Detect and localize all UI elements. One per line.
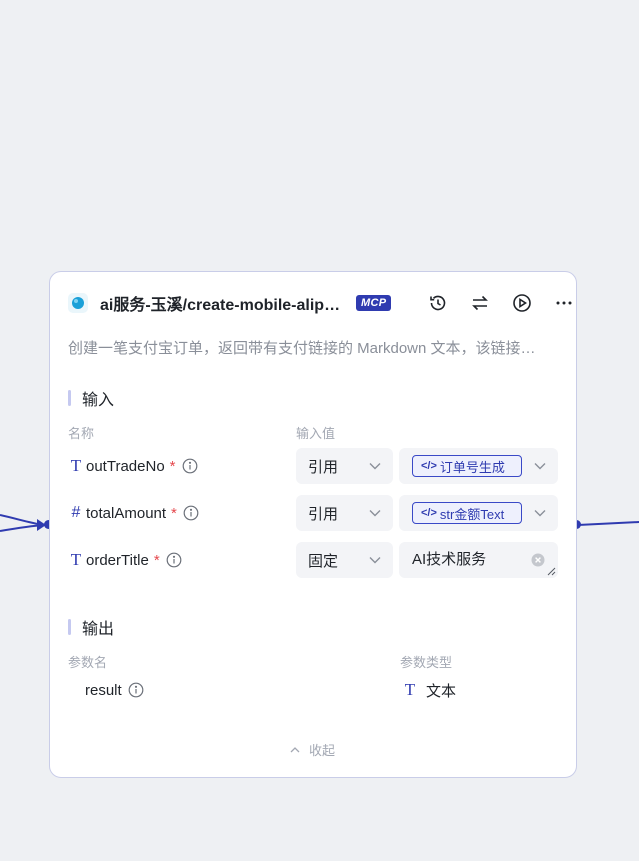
- param-name: orderTitle: [86, 551, 149, 569]
- text-type-icon: T: [404, 680, 416, 699]
- chevron-down-icon: [534, 463, 546, 470]
- output-name-column-header: 参数名: [68, 655, 108, 670]
- output-param-name: result: [85, 681, 122, 699]
- output-param-type: T 文本: [402, 679, 456, 701]
- param-name: outTradeNo: [86, 457, 165, 475]
- node-title: ai服务-玉溪/create-mobile-alipay-payment: [100, 297, 342, 314]
- reference-select[interactable]: </> 订单号生成: [399, 448, 558, 484]
- reference-label: str金额Text: [439, 506, 505, 522]
- info-icon[interactable]: [182, 458, 198, 474]
- mcp-badge: MCP: [356, 295, 392, 311]
- input-value-column-header: 输入值: [296, 426, 336, 441]
- output-type-column-header: 参数类型: [400, 655, 453, 670]
- required-mark: *: [171, 504, 177, 522]
- clear-icon[interactable]: [531, 553, 545, 567]
- resize-handle-icon[interactable]: [547, 567, 556, 576]
- reference-tag[interactable]: </> str金额Text: [412, 502, 522, 524]
- chevron-down-icon: [369, 557, 381, 564]
- collapse-label: 收起: [309, 743, 336, 758]
- chevron-down-icon: [369, 510, 381, 517]
- input-section-label: 输入: [82, 392, 115, 409]
- input-param-row: T orderTitle * 固定 AI技术服务: [68, 542, 558, 578]
- output-param-row: result: [85, 679, 144, 701]
- text-type-icon: T: [70, 456, 82, 475]
- section-marker: [68, 390, 71, 406]
- chevron-up-icon: [290, 746, 300, 752]
- fixed-value-text: AI技术服务: [412, 551, 487, 568]
- required-mark: *: [153, 551, 160, 569]
- value-mode-label: 固定: [308, 552, 339, 570]
- swap-icon[interactable]: [467, 290, 493, 316]
- value-mode-select[interactable]: 引用: [296, 495, 393, 531]
- value-mode-select[interactable]: 固定: [296, 542, 393, 578]
- number-type-icon: #: [71, 504, 81, 521]
- code-icon: </>: [421, 460, 437, 472]
- node-description: 创建一笔支付宝订单，返回带有支付链接的 Markdown 文本，该链接可以打开支…: [68, 340, 548, 357]
- output-type-label: 文本: [426, 682, 457, 700]
- node-header: ai服务-玉溪/create-mobile-alipay-payment MCP: [68, 290, 572, 316]
- text-type-icon: T: [70, 550, 82, 569]
- history-icon[interactable]: [425, 290, 451, 316]
- reference-select[interactable]: </> str金额Text: [399, 495, 558, 531]
- input-param-row: # totalAmount * 引用 </> str金额Text: [68, 495, 558, 531]
- output-section-label: 输出: [82, 621, 115, 638]
- info-icon[interactable]: [128, 682, 144, 698]
- input-section-title: 输入: [68, 386, 114, 410]
- play-icon[interactable]: [509, 290, 535, 316]
- chevron-down-icon: [534, 510, 546, 517]
- code-icon: </>: [421, 507, 437, 519]
- info-icon[interactable]: [166, 552, 182, 568]
- reference-tag[interactable]: </> 订单号生成: [412, 455, 522, 477]
- section-marker: [68, 619, 71, 635]
- reference-label: 订单号生成: [439, 459, 505, 475]
- param-name-cell: T outTradeNo *: [68, 448, 198, 484]
- more-icon[interactable]: [551, 290, 577, 316]
- param-name-cell: T orderTitle *: [68, 542, 182, 578]
- value-mode-label: 引用: [308, 458, 339, 476]
- param-name: totalAmount: [86, 504, 167, 522]
- input-name-column-header: 名称: [68, 426, 95, 441]
- param-name-cell: # totalAmount *: [68, 495, 199, 531]
- fixed-value-textarea[interactable]: AI技术服务: [399, 542, 558, 578]
- input-param-row: T outTradeNo * 引用 </> 订单号生成: [68, 448, 558, 484]
- required-mark: *: [169, 457, 176, 475]
- collapse-button[interactable]: 收起: [290, 740, 335, 759]
- value-mode-label: 引用: [308, 505, 339, 523]
- mcp-tool-node[interactable]: ai服务-玉溪/create-mobile-alipay-payment MCP…: [49, 271, 577, 778]
- outgoing-edge: [577, 521, 639, 526]
- value-mode-select[interactable]: 引用: [296, 448, 393, 484]
- chevron-down-icon: [369, 463, 381, 470]
- output-section-title: 输出: [68, 615, 114, 639]
- service-logo-icon: [68, 293, 88, 313]
- info-icon[interactable]: [183, 505, 199, 521]
